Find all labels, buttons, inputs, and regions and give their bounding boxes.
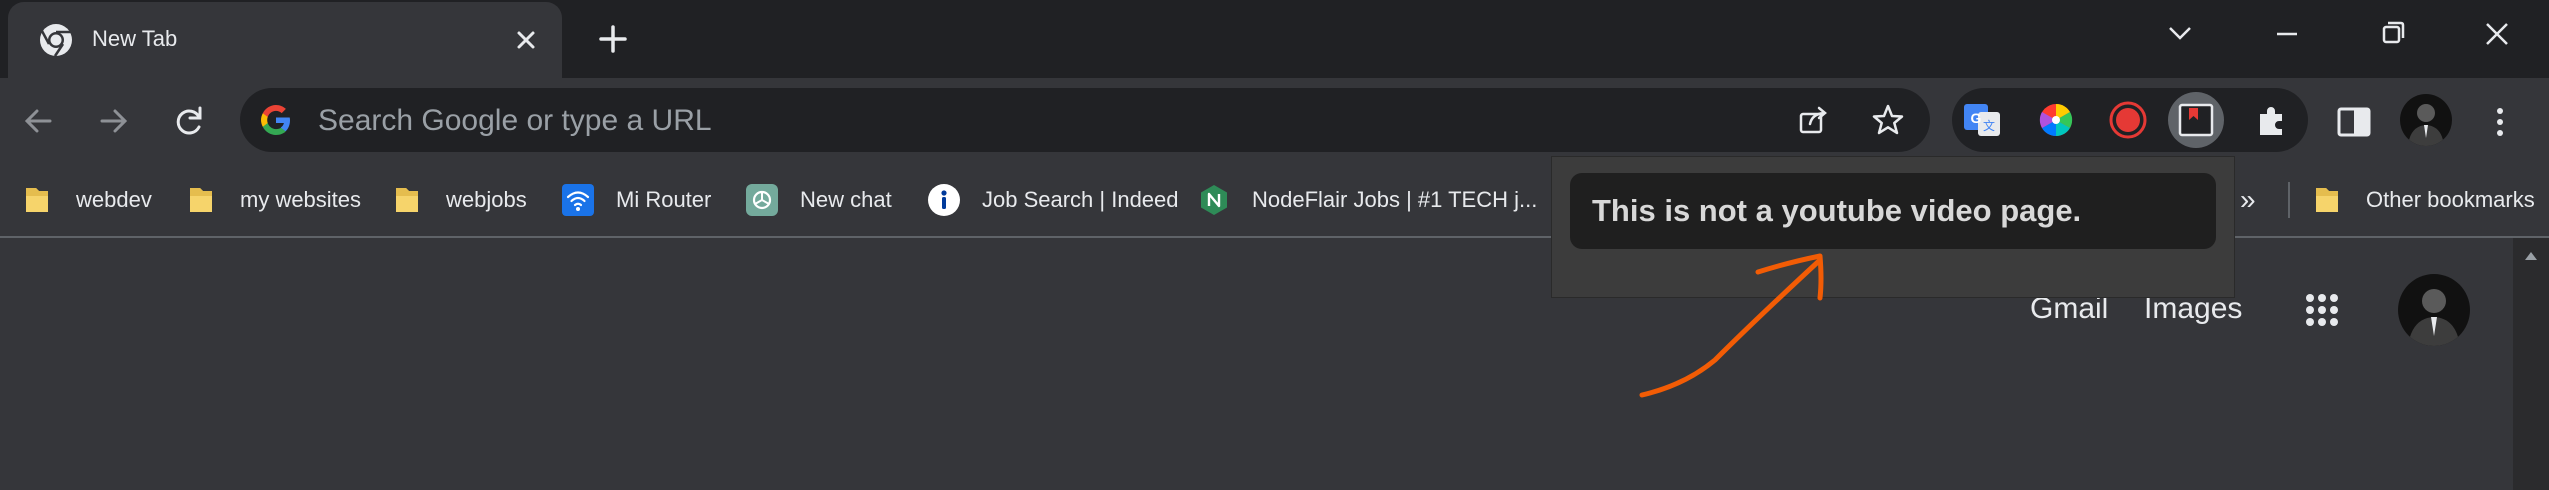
bookmark-label: Mi Router [616,187,712,212]
extensions-pinned-group: G 文 [1952,88,2308,152]
folder-icon [2316,188,2338,212]
side-panel-icon[interactable] [2332,100,2376,144]
chatgpt-icon [746,184,778,216]
profile-avatar[interactable] [2400,94,2452,146]
record-icon[interactable] [2108,100,2148,140]
bookmark-label: New chat [800,187,892,212]
share-icon[interactable] [1796,102,1832,138]
title-bar: New Tab [0,0,2549,78]
back-button[interactable] [16,98,62,144]
folder-icon [396,188,418,212]
bookmark-nodeflair-jobs[interactable]: NodeFlair Jobs | #1 TECH j... [1198,164,1537,236]
close-tab-icon[interactable] [508,22,544,58]
overflow-chevron-icon: » [2240,184,2256,215]
bookmark-folder-webjobs[interactable]: webjobs [392,164,527,236]
annotation-arrow-icon [1639,253,1824,398]
folder-icon [190,188,212,212]
bookmark-mi-router[interactable]: Mi Router [562,164,711,236]
bookmark-label: Other bookmarks [2366,187,2535,212]
color-picker-icon[interactable] [2036,100,2076,140]
chrome-menu-icon[interactable] [2478,100,2522,144]
bookmark-folder-webdev[interactable]: webdev [22,164,152,236]
bookmark-folder-other-bookmarks[interactable]: Other bookmarks [2312,164,2535,236]
chrome-icon [40,24,72,57]
address-input[interactable] [316,100,1620,142]
bookmarks-divider [2288,182,2290,218]
bookmark-label: webjobs [446,187,527,212]
google-g-icon [261,105,290,135]
bookmark-folder-my-websites[interactable]: my websites [186,164,361,236]
new-tab-button[interactable] [592,18,634,60]
tab-new-tab[interactable]: New Tab [8,2,562,78]
bookmarks-overflow-button[interactable]: » [2240,164,2256,236]
svg-text:G: G [1971,110,1982,126]
toolbar: G 文 [0,78,2549,164]
folder-icon [26,188,48,212]
bookmark-label: my websites [240,187,362,212]
google-apps-icon[interactable] [2302,290,2342,330]
forward-button[interactable] [90,98,136,144]
google-translate-icon[interactable]: G 文 [1962,100,2002,140]
nodeflair-icon [1201,185,1227,215]
person-silhouette-icon [2408,104,2444,146]
close-window-button[interactable] [2472,14,2522,54]
minimize-button[interactable] [2262,14,2312,54]
reload-button[interactable] [166,98,212,144]
popup-message: This is not a youtube video page. [1592,193,2082,228]
account-avatar[interactable] [2398,274,2470,346]
bookmark-job-search-indeed[interactable]: Job Search | Indeed [928,164,1179,236]
bookmark-label: NodeFlair Jobs | #1 TECH j... [1252,187,1538,212]
tab-search-icon[interactable] [2155,14,2205,54]
omnibox[interactable] [240,88,1930,152]
youtube-bookmark-extension-icon[interactable] [2176,100,2216,140]
bookmark-label: Job Search | Indeed [982,187,1179,212]
indeed-icon [928,184,960,216]
popup-message-box: This is not a youtube video page. [1570,173,2216,249]
page-scrollbar[interactable] [2513,238,2549,490]
extensions-puzzle-icon[interactable] [2252,100,2292,140]
svg-text:文: 文 [1983,118,1995,133]
bookmark-new-chat[interactable]: New chat [746,164,892,236]
bookmark-star-icon[interactable] [1870,102,1906,138]
bookmark-label: webdev [76,187,152,212]
wifi-icon [562,184,594,216]
person-silhouette-icon [2408,289,2460,346]
tab-title: New Tab [92,26,178,51]
restore-button[interactable] [2367,14,2417,54]
scroll-up-arrow-icon[interactable] [2521,246,2541,266]
